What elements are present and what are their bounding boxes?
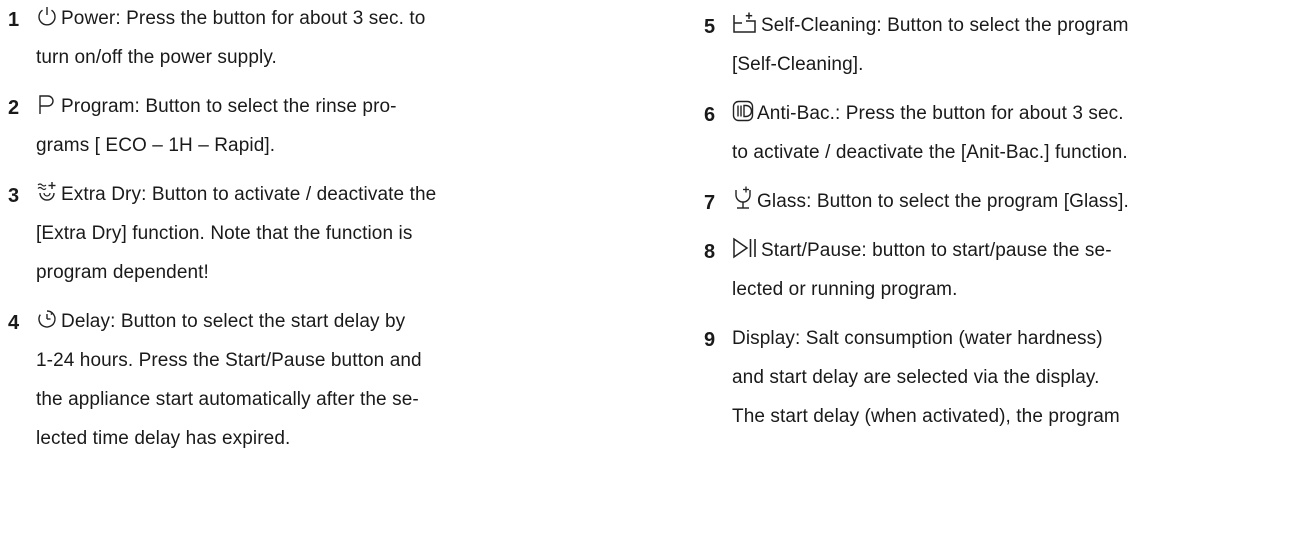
manual-page: 1 Power: Press the button for about 3 se… — [0, 0, 1308, 535]
delay-icon — [36, 308, 58, 330]
item-line: lected time delay has expired. — [36, 428, 291, 449]
item-line: The start delay (when activated), the pr… — [732, 406, 1120, 427]
item-text: Power: Press the button for about 3 sec.… — [36, 0, 618, 77]
item-line: the appliance start automatically after … — [36, 389, 419, 410]
item-line: and start delay are selected via the dis… — [732, 367, 1100, 388]
list-item-start-pause: 8 Start/Pause: button to start/pause the… — [704, 231, 1304, 309]
item-line: Power: Press the button for about 3 sec.… — [61, 8, 426, 29]
item-line: program dependent! — [36, 262, 209, 283]
item-line: Glass: Button to select the program [Gla… — [757, 191, 1129, 212]
item-text: Start/Pause: button to start/pause the s… — [732, 231, 1304, 309]
item-line: 1-24 hours. Press the Start/Pause button… — [36, 350, 422, 371]
item-number: 8 — [704, 241, 716, 263]
item-line: [Extra Dry] function. Note that the func… — [36, 223, 413, 244]
item-line: Delay: Button to select the start delay … — [61, 311, 406, 332]
item-line: turn on/off the power supply. — [36, 47, 277, 68]
left-column: 1 Power: Press the button for about 3 se… — [8, 0, 618, 468]
item-line: Display: Salt consumption (water hardnes… — [732, 328, 1103, 349]
item-line: lected or running program. — [732, 279, 958, 300]
list-item-display: 9 Display: Salt consumption (water hardn… — [704, 319, 1304, 436]
item-number: 7 — [704, 192, 716, 214]
item-number: 3 — [8, 185, 20, 207]
right-column: 5 Self-Cleaning: Button to select the pr… — [704, 0, 1304, 446]
list-item-anti-bac: 6 Anti-Bac.: Press the button for about … — [704, 94, 1304, 172]
item-line: grams [ ECO – 1H – Rapid]. — [36, 135, 276, 156]
item-text: Self-Cleaning: Button to select the prog… — [732, 6, 1304, 84]
power-icon — [36, 5, 58, 27]
item-text: Display: Salt consumption (water hardnes… — [732, 319, 1304, 436]
item-number: 1 — [8, 9, 20, 31]
list-item-self-cleaning: 5 Self-Cleaning: Button to select the pr… — [704, 6, 1304, 84]
list-item-glass: 7 Glass: Button to select the program [G… — [704, 182, 1304, 221]
program-icon — [36, 93, 58, 115]
anti-bac-icon — [732, 100, 754, 122]
item-line: [Self-Cleaning]. — [732, 54, 864, 75]
item-text: Delay: Button to select the start delay … — [36, 302, 618, 458]
item-text: Glass: Button to select the program [Gla… — [732, 182, 1304, 221]
item-line: to activate / deactivate the [Anit-Bac.]… — [732, 142, 1128, 163]
extra-dry-icon — [36, 181, 58, 203]
item-line: Start/Pause: button to start/pause the s… — [761, 240, 1112, 261]
item-line: Anti-Bac.: Press the button for about 3 … — [757, 103, 1124, 124]
item-line: Self-Cleaning: Button to select the prog… — [761, 15, 1129, 36]
list-item-program: 2 Program: Button to select the rinse pr… — [8, 87, 618, 165]
list-item-extra-dry: 3 Extra Dry: Button to activate / deacti… — [8, 175, 618, 292]
item-number: 9 — [704, 329, 716, 351]
start-pause-icon — [732, 237, 758, 259]
self-cleaning-icon — [732, 12, 758, 34]
item-text: Program: Button to select the rinse pro-… — [36, 87, 618, 165]
item-line: Program: Button to select the rinse pro- — [61, 96, 397, 117]
item-text: Extra Dry: Button to activate / deactiva… — [36, 175, 618, 292]
item-number: 2 — [8, 97, 20, 119]
item-number: 6 — [704, 104, 716, 126]
item-text: Anti-Bac.: Press the button for about 3 … — [732, 94, 1304, 172]
item-number: 5 — [704, 16, 716, 38]
list-item-power: 1 Power: Press the button for about 3 se… — [8, 0, 618, 77]
glass-icon — [732, 186, 754, 210]
item-line: Extra Dry: Button to activate / deactiva… — [61, 184, 437, 205]
list-item-delay: 4 Delay: Button to select the start dela… — [8, 302, 618, 458]
item-number: 4 — [8, 312, 20, 334]
